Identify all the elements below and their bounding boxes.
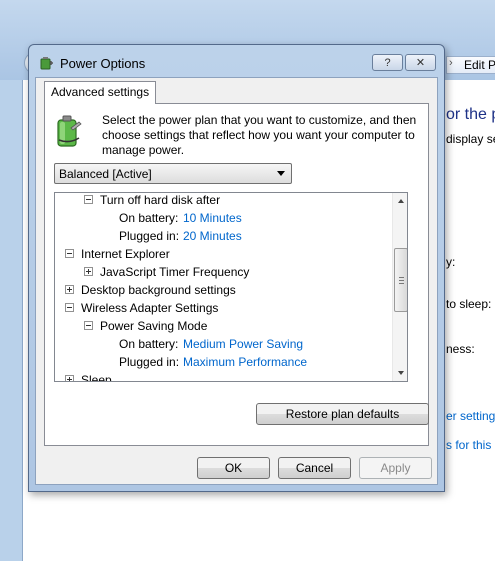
cancel-button[interactable]: Cancel — [278, 457, 351, 479]
tree-node-label: Plugged in: — [119, 229, 180, 243]
dialog-body: Advanced settings Select the power plan … — [35, 77, 438, 485]
arrow-down-icon — [398, 371, 404, 375]
tree-node[interactable]: Desktop background settings — [55, 281, 391, 299]
tree-node-label: On battery: — [119, 337, 179, 351]
power-options-icon — [40, 57, 53, 70]
setting-value-row[interactable]: On battery: 10 Minutes — [55, 209, 391, 227]
chevron-right-icon: › — [449, 57, 453, 69]
change-advanced-settings-link[interactable]: er setting — [446, 409, 495, 423]
expand-icon[interactable] — [84, 267, 93, 276]
tree-node-label: Sleep — [81, 373, 112, 382]
setting-value-link[interactable]: 20 Minutes — [183, 227, 242, 245]
tree-node[interactable]: Sleep — [55, 371, 391, 382]
tree-node-label: On battery: — [119, 211, 179, 225]
collapse-icon[interactable] — [65, 303, 74, 312]
vertical-scrollbar[interactable] — [392, 193, 407, 381]
scroll-thumb[interactable] — [394, 248, 407, 312]
tree-node[interactable]: Internet Explorer — [55, 245, 391, 263]
expand-icon[interactable] — [65, 375, 74, 381]
setting-value-row[interactable]: Plugged in: Maximum Performance — [55, 353, 391, 371]
tree-node-label: Desktop background settings — [81, 283, 236, 297]
tree-node-label: Wireless Adapter Settings — [81, 301, 219, 315]
setting-label: y: — [446, 255, 456, 269]
chevron-down-icon — [277, 171, 285, 176]
advanced-settings-panel: Select the power plan that you want to c… — [44, 103, 429, 446]
setting-label: display se — [446, 132, 495, 146]
setting-label: to sleep: — [446, 297, 492, 311]
tree-node[interactable]: Power Saving Mode — [55, 317, 391, 335]
tab-advanced-settings[interactable]: Advanced settings — [44, 81, 157, 104]
help-button[interactable]: ? — [372, 54, 403, 71]
address-text[interactable]: Edit P — [464, 58, 495, 72]
tree-node-label: Power Saving Mode — [100, 319, 208, 333]
power-options-dialog: Power Options ? ✕ Advanced settings Sele… — [28, 44, 445, 492]
tree-node-label: JavaScript Timer Frequency — [100, 265, 250, 279]
scroll-down-button[interactable] — [393, 365, 407, 381]
restore-defaults-link[interactable]: s for this p — [446, 438, 495, 452]
tree-node[interactable]: Wireless Adapter Settings — [55, 299, 391, 317]
setting-value-link[interactable]: Maximum Performance — [183, 353, 307, 371]
setting-value-link[interactable]: Medium Power Saving — [183, 335, 303, 353]
power-plan-value: Balanced [Active] — [59, 167, 152, 181]
tree-node-label: Internet Explorer — [81, 247, 170, 261]
tree-node[interactable]: JavaScript Timer Frequency — [55, 263, 391, 281]
collapse-icon[interactable] — [84, 321, 93, 330]
expand-icon[interactable] — [65, 285, 74, 294]
scroll-up-button[interactable] — [393, 193, 407, 209]
ok-button[interactable]: OK — [197, 457, 270, 479]
close-button[interactable]: ✕ — [405, 54, 436, 71]
setting-value-row[interactable]: Plugged in: 20 Minutes — [55, 227, 391, 245]
setting-value-row[interactable]: On battery: Medium Power Saving — [55, 335, 391, 353]
apply-button[interactable]: Apply — [359, 457, 432, 479]
arrow-up-icon — [398, 199, 404, 203]
tree-node-label: Plugged in: — [119, 355, 180, 369]
intro-text: Select the power plan that you want to c… — [102, 113, 417, 157]
battery-plug-icon — [57, 115, 82, 147]
tree-node-label: Turn off hard disk after — [100, 193, 221, 207]
tree-node[interactable]: Turn off hard disk after — [55, 193, 391, 209]
power-plan-select[interactable]: Balanced [Active] — [54, 163, 292, 184]
collapse-icon[interactable] — [65, 249, 74, 258]
setting-value-link[interactable]: 10 Minutes — [183, 209, 242, 227]
grip-icon — [399, 277, 404, 284]
setting-label: ness: — [446, 342, 475, 356]
dialog-title: Power Options — [60, 56, 146, 71]
page-heading: or the p — [446, 106, 495, 123]
settings-tree[interactable]: Turn off hard disk after On battery: 10 Mi… — [54, 192, 408, 382]
restore-plan-defaults-button[interactable]: Restore plan defaults — [256, 403, 429, 425]
collapse-icon[interactable] — [84, 195, 93, 204]
